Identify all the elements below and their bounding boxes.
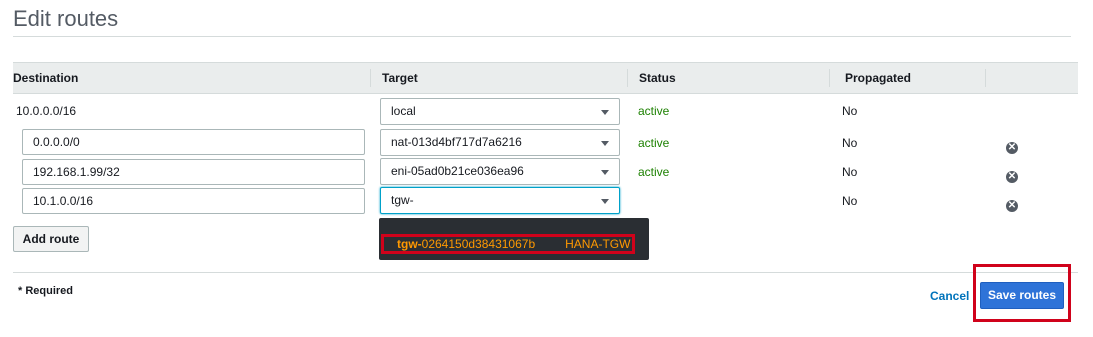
table-header: Destination Target Status Propagated — [13, 62, 1078, 94]
destination-input[interactable]: 10.1.0.0/16 — [22, 188, 365, 214]
propagated-text: No — [842, 136, 858, 150]
destination-input[interactable]: 192.168.1.99/32 — [22, 159, 365, 185]
propagated-text: No — [842, 165, 858, 179]
column-header-target: Target — [382, 71, 418, 85]
status-text: active — [638, 136, 670, 150]
caret-down-icon — [601, 170, 609, 175]
caret-down-icon — [601, 199, 609, 204]
target-select[interactable]: local — [380, 98, 620, 125]
route-destination-text: 10.0.0.0/16 — [16, 104, 77, 118]
cancel-link[interactable]: Cancel — [930, 289, 969, 303]
target-dropdown-menu: tgw-0264150d38431067b HANA-TGW — [379, 218, 649, 260]
status-text: active — [638, 104, 670, 118]
propagated-text: No — [842, 104, 858, 118]
target-select-value: local — [391, 104, 416, 118]
target-select-value: eni-05ad0b21ce036ea96 — [391, 164, 524, 178]
caret-down-icon — [601, 141, 609, 146]
add-route-button[interactable]: Add route — [13, 226, 89, 252]
remove-circle-x-icon[interactable]: ✕ — [1006, 171, 1018, 183]
column-separator — [985, 69, 986, 87]
save-routes-button[interactable]: Save routes — [980, 282, 1064, 309]
column-separator — [370, 69, 371, 87]
propagated-text: No — [842, 194, 858, 208]
target-select-focused[interactable]: tgw- — [380, 187, 620, 214]
column-separator — [829, 69, 830, 87]
footer-divider — [13, 272, 1078, 273]
remove-circle-x-icon[interactable]: ✕ — [1006, 142, 1018, 154]
column-header-propagated: Propagated — [845, 71, 912, 85]
remove-circle-x-icon[interactable]: ✕ — [1006, 200, 1018, 212]
option-id: 0264150d38431067b — [421, 237, 536, 251]
option-name: HANA-TGW — [565, 237, 631, 251]
caret-down-icon — [601, 110, 609, 115]
status-text: active — [638, 165, 670, 179]
dropdown-option-transit-gateway[interactable]: tgw-0264150d38431067b HANA-TGW — [381, 234, 635, 254]
title-divider — [13, 36, 1071, 37]
target-select-value: nat-013d4bf717d7a6216 — [391, 135, 522, 149]
page-title: Edit routes — [13, 6, 119, 31]
destination-input[interactable]: 0.0.0.0/0 — [22, 129, 365, 155]
column-separator — [627, 69, 628, 87]
option-prefix: tgw- — [397, 237, 422, 251]
target-select[interactable]: nat-013d4bf717d7a6216 — [380, 129, 620, 156]
required-note: * Required — [18, 285, 74, 297]
column-header-destination: Destination — [13, 71, 79, 85]
target-select-value: tgw- — [391, 193, 414, 207]
target-select[interactable]: eni-05ad0b21ce036ea96 — [380, 158, 620, 185]
column-header-status: Status — [639, 71, 676, 85]
